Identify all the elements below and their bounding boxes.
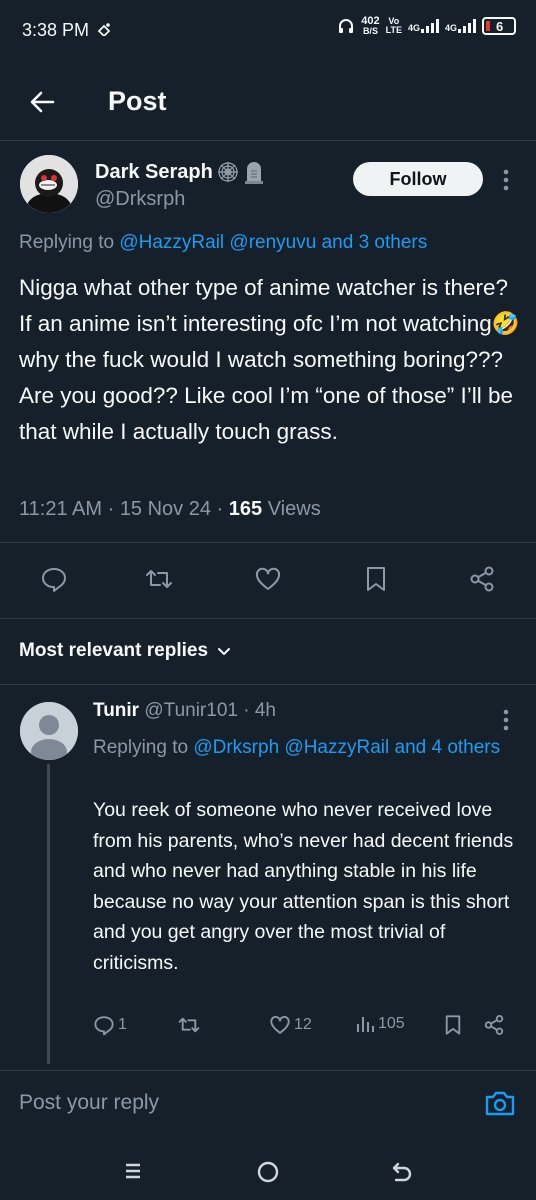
views-label: Views — [267, 498, 321, 520]
author-name[interactable]: Dark Seraph — [95, 161, 213, 184]
replying-mentions[interactable]: @Drksrph @HazzyRail and 4 others — [193, 737, 500, 758]
thread-line — [47, 764, 50, 1064]
screen-rotation-icon — [97, 22, 111, 36]
tweet-time: 11:21 AM — [19, 498, 103, 520]
tombstone-icon — [243, 160, 265, 184]
like-count: 12 — [294, 1016, 312, 1033]
divider — [0, 684, 536, 685]
tweet-meta: 11:21 AM · 15 Nov 24 · 165 Views — [19, 498, 321, 520]
views-count: 165 — [228, 498, 263, 520]
status-time: 3:38 PM — [22, 20, 90, 40]
headphones-icon — [337, 17, 355, 35]
chevron-down-icon — [216, 643, 232, 659]
net-speed: 402 B/S — [361, 15, 380, 36]
divider — [0, 1070, 536, 1071]
divider — [0, 618, 536, 619]
reply-count: 1 — [118, 1016, 127, 1033]
reply-icon — [93, 1014, 115, 1036]
views-icon — [355, 1014, 375, 1034]
view-count: 105 — [378, 1015, 405, 1032]
signal-sim2: 4G — [445, 19, 476, 33]
status-bar: 3:38 PM 402 B/S Vo LTE 4G 4G 6 — [0, 0, 536, 62]
author-avatar[interactable] — [20, 155, 78, 213]
reply-header: Tunir @Tunir101 · 4h — [93, 700, 276, 721]
recents-icon[interactable] — [122, 1160, 144, 1182]
author-name-line[interactable]: Dark Seraph — [95, 160, 265, 184]
signal-sim1: 4G — [408, 19, 439, 33]
tweet-text: Nigga what other type of anime watcher i… — [19, 275, 520, 444]
system-nav-bar — [0, 1138, 536, 1200]
spider-web-icon — [217, 161, 239, 183]
reply-author-handle: @Tunir101 — [144, 700, 238, 721]
more-vertical-icon[interactable] — [500, 706, 512, 734]
reply-views-button[interactable]: 105 — [355, 1014, 405, 1034]
reply-icon[interactable] — [40, 565, 68, 593]
replies-sort-label: Most relevant replies — [19, 640, 209, 661]
like-icon — [269, 1014, 291, 1036]
bookmark-icon[interactable] — [443, 1014, 463, 1036]
back-nav-icon[interactable] — [390, 1160, 414, 1184]
reply-replying-to: Replying to @Drksrph @HazzyRail and 4 ot… — [93, 733, 513, 763]
top-app-bar: Post — [0, 70, 536, 141]
battery-level: 6 — [496, 19, 504, 34]
replying-mentions[interactable]: @HazzyRail @renyuvu and 3 others — [119, 232, 427, 253]
page-title: Post — [108, 86, 167, 116]
repost-icon — [177, 1014, 201, 1036]
replies-sort-dropdown[interactable]: Most relevant replies — [19, 640, 232, 662]
battery-icon: 6 — [482, 17, 516, 35]
reply-age: 4h — [254, 700, 276, 721]
share-icon[interactable] — [483, 1014, 505, 1036]
reply-actions: 1 12 105 — [93, 1014, 513, 1042]
reply-repost-button[interactable] — [177, 1014, 204, 1036]
tweet-date: 15 Nov 24 — [119, 498, 211, 520]
reply-compose-input[interactable]: Post your reply — [19, 1091, 159, 1115]
like-icon[interactable] — [254, 565, 282, 593]
reply-avatar[interactable] — [20, 702, 78, 760]
reply-text: You reek of someone who never received l… — [93, 799, 514, 974]
replying-prefix: Replying to — [93, 737, 189, 758]
divider — [0, 542, 536, 543]
reply-author-name[interactable]: Tunir — [93, 700, 139, 721]
camera-icon[interactable] — [484, 1088, 516, 1118]
more-vertical-icon[interactable] — [500, 166, 512, 194]
follow-button[interactable]: Follow — [353, 162, 483, 196]
replying-prefix: Replying to — [19, 232, 115, 253]
home-icon[interactable] — [256, 1160, 280, 1184]
author-handle: @Drksrph — [95, 188, 186, 210]
repost-icon[interactable] — [144, 565, 174, 593]
share-icon[interactable] — [468, 565, 496, 593]
volte-indicator: Vo LTE — [385, 16, 402, 35]
bookmark-icon[interactable] — [364, 565, 388, 593]
tweet-actions — [0, 555, 536, 605]
replying-to: Replying to @HazzyRail @renyuvu and 3 ot… — [19, 232, 427, 254]
back-arrow-icon[interactable] — [28, 88, 56, 116]
reply-reply-button[interactable]: 1 — [93, 1014, 127, 1036]
reply-like-button[interactable]: 12 — [269, 1014, 312, 1036]
